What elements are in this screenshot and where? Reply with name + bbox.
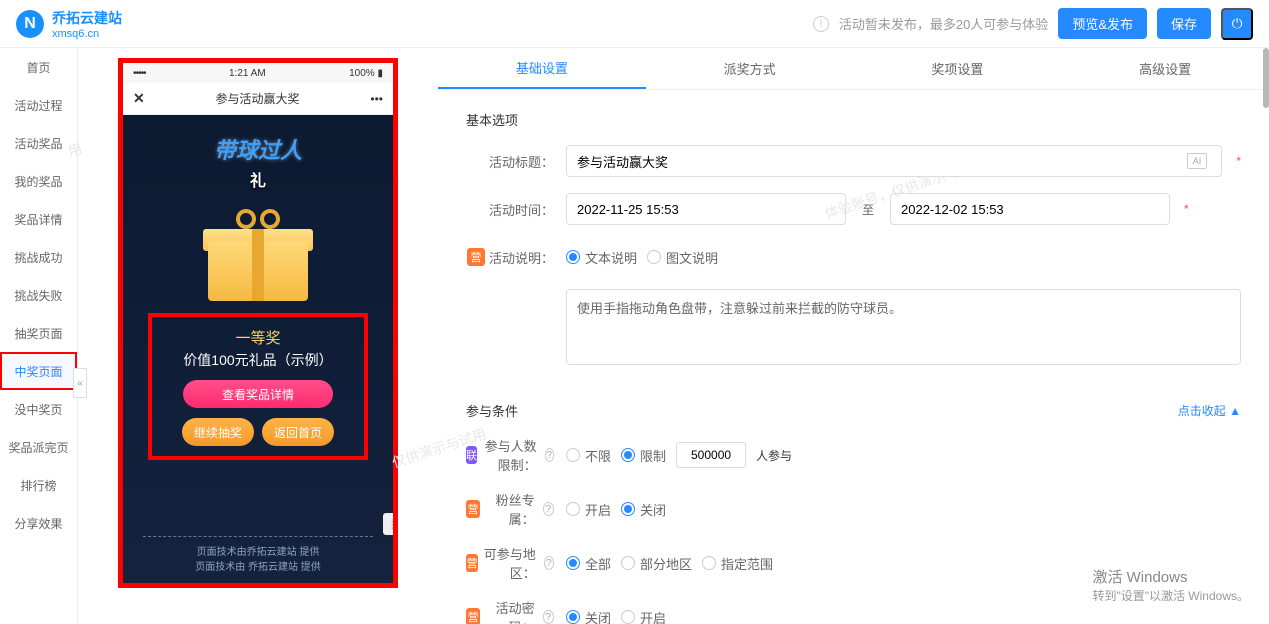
badge-ying-icon: 营 xyxy=(466,608,480,624)
phone-footer: 页面技术由乔拓云建站 提供 页面技术由 乔拓云建站 提供 xyxy=(143,536,373,583)
badge-ying-icon: 营 xyxy=(467,248,485,266)
help-icon[interactable]: ? xyxy=(543,610,554,624)
help-icon[interactable]: ? xyxy=(543,502,554,516)
sidebar-item-draw-page[interactable]: 抽奖页面 xyxy=(0,314,77,352)
badge-ying-icon: 营 xyxy=(466,500,480,518)
phone-app-bar: ✕ 参与活动赢大奖 ••• xyxy=(123,83,393,115)
limit-number-input[interactable] xyxy=(676,442,746,468)
limit-label: 参与人数限制： xyxy=(481,436,537,474)
sidebar-item-process[interactable]: 活动过程 xyxy=(0,86,77,124)
continue-draw-button[interactable]: 继续抽奖 xyxy=(182,418,254,446)
time-separator: 至 xyxy=(856,201,880,218)
title-label: 活动标题： xyxy=(466,152,566,171)
logo-title: 乔拓云建站 xyxy=(52,8,122,28)
tab-basic[interactable]: 基础设置 xyxy=(438,48,646,89)
sidebar-item-prize-detail[interactable]: 奖品详情 xyxy=(0,200,77,238)
signal-icon: ••••• xyxy=(133,68,146,79)
status-time: 1:21 AM xyxy=(229,68,266,79)
phone-status-bar: ••••• 1:21 AM 100% ▮ xyxy=(123,63,393,83)
fans-off-radio[interactable]: 关闭 xyxy=(621,500,666,519)
region-all-radio[interactable]: 全部 xyxy=(566,554,611,573)
region-range-radio[interactable]: 指定范围 xyxy=(702,554,773,573)
status-battery: 100% ▮ xyxy=(349,68,383,79)
more-icon[interactable]: ••• xyxy=(370,92,383,106)
preview-column: 用 奖项一 ⌄ ••••• 1:21 AM 100% ▮ ✕ 参与活动赢大奖 •… xyxy=(78,48,438,624)
pwd-off-radio[interactable]: 关闭 xyxy=(566,608,611,624)
tab-prize-config[interactable]: 奖项设置 xyxy=(854,48,1062,89)
limit-unlimited-radio[interactable]: 不限 xyxy=(566,446,611,465)
badge-ying-icon: 营 xyxy=(466,554,478,572)
required-mark: * xyxy=(1236,154,1241,168)
prize-tier-label: 一等奖 xyxy=(162,327,354,348)
sidebar-item-challenge-success[interactable]: 挑战成功 xyxy=(0,238,77,276)
sidebar-item-nowin-page[interactable]: 没中奖页 xyxy=(0,390,77,428)
time-label: 活动时间： xyxy=(466,200,566,219)
phone-app-title: 参与活动赢大奖 xyxy=(216,90,300,107)
sidebar-item-challenge-fail[interactable]: 挑战失败 xyxy=(0,276,77,314)
activity-title-input[interactable] xyxy=(566,145,1222,177)
fans-on-radio[interactable]: 开启 xyxy=(566,500,611,519)
limit-suffix: 人参与 xyxy=(756,447,792,464)
phone-preview: ••••• 1:21 AM 100% ▮ ✕ 参与活动赢大奖 ••• 带球过人 … xyxy=(118,58,398,588)
prize-result-box: 一等奖 价值100元礼品（示例） 查看奖品详情 继续抽奖 返回首页 xyxy=(148,313,368,460)
help-icon[interactable]: ? xyxy=(545,448,554,462)
desc-label: 活动说明： xyxy=(489,248,554,267)
back-home-button[interactable]: 返回首页 xyxy=(262,418,334,446)
desc-rich-radio[interactable]: 图文说明 xyxy=(647,248,718,267)
start-time-input[interactable] xyxy=(566,193,846,225)
save-button[interactable]: 保存 xyxy=(1157,8,1211,39)
phone-body: 带球过人 礼 一等奖 价值100元礼品（示例） 查看奖品详情 继续抽奖 返回首页 xyxy=(123,115,393,583)
gift-icon xyxy=(198,201,318,301)
sidebar-item-share[interactable]: 分享效果 xyxy=(0,504,77,542)
footer-line-2: 页面技术由 乔拓云建站 提供 xyxy=(143,558,373,573)
logo-icon: N xyxy=(16,10,44,38)
badge-lian-icon: 联 xyxy=(466,446,477,464)
scrollbar[interactable] xyxy=(1263,48,1269,108)
sidebar: 首页 活动过程 活动奖品 我的奖品 奖品详情 挑战成功 挑战失败 抽奖页面 中奖… xyxy=(0,48,78,624)
close-icon[interactable]: ✕ xyxy=(133,90,145,107)
publish-status-text: 活动暂未发布，最多20人可参与体验 xyxy=(839,14,1048,33)
sidebar-item-my-prizes[interactable]: 我的奖品 xyxy=(0,162,77,200)
sidebar-item-prizes[interactable]: 活动奖品 xyxy=(0,124,77,162)
end-time-input[interactable] xyxy=(890,193,1170,225)
pwd-label: 活动密码： xyxy=(484,598,535,624)
windows-activate-notice: 激活 Windows 转到"设置"以激活 Windows。 xyxy=(1092,566,1249,604)
region-label: 可参与地区： xyxy=(482,544,535,582)
sidebar-item-prizeout-page[interactable]: 奖品派完页 xyxy=(0,428,77,466)
region-part-radio[interactable]: 部分地区 xyxy=(621,554,692,573)
prize-name-label: 价值100元礼品（示例） xyxy=(162,350,354,370)
required-mark: * xyxy=(1184,202,1189,216)
sidebar-item-home[interactable]: 首页 xyxy=(0,48,77,86)
submit-pill[interactable]: 提交 xyxy=(383,513,398,535)
view-prize-detail-button[interactable]: 查看奖品详情 xyxy=(183,380,333,408)
ai-icon[interactable]: AI xyxy=(1187,153,1207,169)
tab-advanced[interactable]: 高级设置 xyxy=(1061,48,1269,89)
power-button[interactable]: ⏻ xyxy=(1221,8,1253,40)
fans-label: 粉丝专属： xyxy=(484,490,535,528)
cond-section-title: 参与条件 xyxy=(466,401,518,420)
help-icon[interactable]: ? xyxy=(544,556,554,570)
basic-section-title: 基本选项 xyxy=(466,110,1241,129)
tab-dispatch[interactable]: 派奖方式 xyxy=(646,48,854,89)
settings-tabs: 基础设置 派奖方式 奖项设置 高级设置 xyxy=(438,48,1269,90)
footer-line-1: 页面技术由乔拓云建站 提供 xyxy=(143,543,373,558)
banner-subtitle: 礼 xyxy=(250,167,266,191)
sidebar-item-win-page[interactable]: 中奖页面 xyxy=(0,352,77,390)
activity-desc-textarea[interactable]: 使用手指拖动角色盘带，注意躲过前来拦截的防守球员。 xyxy=(566,289,1241,365)
limit-limited-radio[interactable]: 限制 xyxy=(621,446,666,465)
cond-collapse-link[interactable]: 点击收起 ▲ xyxy=(1178,402,1241,419)
desc-text-radio[interactable]: 文本说明 xyxy=(566,248,637,267)
banner-title: 带球过人 xyxy=(214,133,302,165)
logo-subtitle: xmsq6.cn xyxy=(52,28,122,40)
logo[interactable]: N 乔拓云建站 xmsq6.cn xyxy=(16,8,122,40)
info-icon: ! xyxy=(813,16,829,32)
pwd-on-radio[interactable]: 开启 xyxy=(621,608,666,624)
settings-panel: 体验账号，仅供演示与试用 基础设置 派奖方式 奖项设置 高级设置 基本选项 活动… xyxy=(438,48,1269,624)
sidebar-item-leaderboard[interactable]: 排行榜 xyxy=(0,466,77,504)
preview-publish-button[interactable]: 预览&发布 xyxy=(1058,8,1147,39)
